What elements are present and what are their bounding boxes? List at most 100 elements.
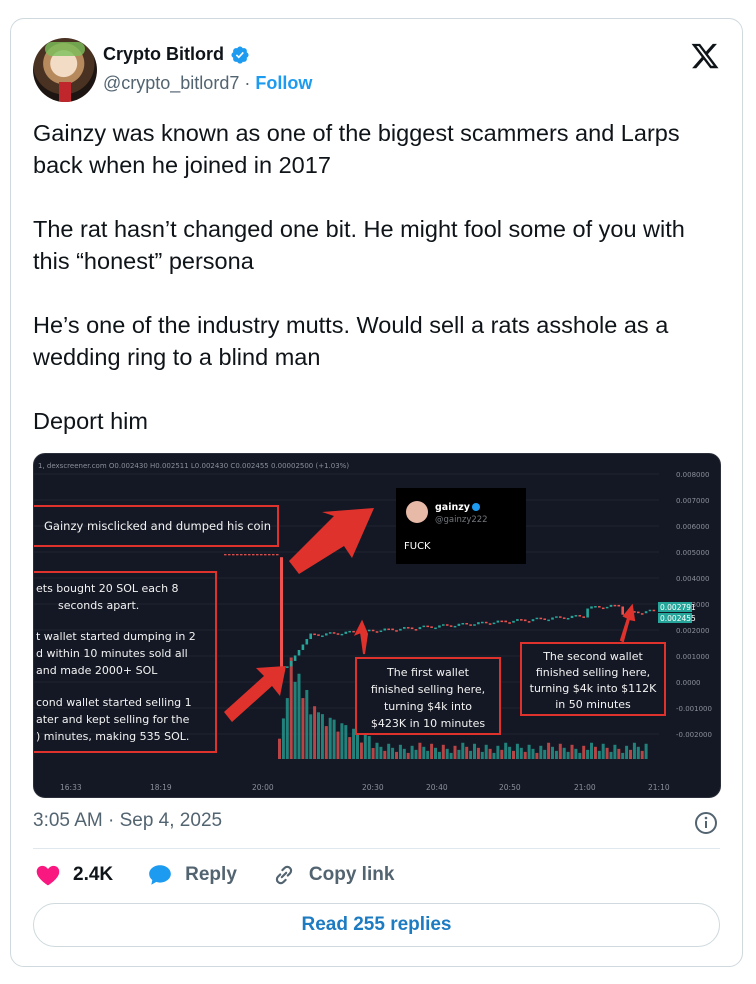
volume-bar — [543, 749, 547, 759]
author-handle[interactable]: @crypto_bitlord7 — [103, 73, 239, 93]
avatar[interactable] — [33, 38, 97, 102]
candle — [426, 625, 429, 628]
volume-bar — [488, 748, 492, 759]
volume-bar — [387, 743, 391, 759]
candle — [445, 624, 449, 626]
volume-bar — [640, 750, 644, 759]
volume-bar — [453, 745, 457, 759]
x-tick-label: 21:00 — [574, 783, 596, 792]
candle — [260, 554, 263, 556]
info-icon[interactable] — [694, 811, 718, 835]
volume-bar — [461, 742, 465, 759]
candle — [406, 627, 410, 629]
embedded-tweet-handle: @gainzy222 — [435, 515, 488, 525]
volume-bar — [367, 736, 371, 759]
candle — [621, 606, 624, 615]
candle — [325, 633, 328, 636]
dump-candle — [280, 557, 283, 675]
copy-link-button[interactable]: Copy link — [271, 862, 394, 888]
volume-bar — [391, 747, 395, 759]
candle — [395, 630, 398, 632]
wallets-line: t wallet started dumping in 2 — [36, 630, 196, 643]
candle — [562, 617, 566, 619]
embedded-tweet-name: gainzy — [435, 502, 471, 513]
follow-link[interactable]: Follow — [255, 73, 312, 93]
heart-icon — [36, 865, 60, 886]
volume-bar — [359, 742, 363, 759]
candle — [461, 622, 465, 625]
candle — [434, 627, 437, 630]
volume-bar — [305, 689, 309, 759]
tweet-media-chart[interactable]: 1, dexscreener.com O0.002430 H0.002511 L… — [33, 453, 721, 798]
candle — [317, 634, 320, 636]
volume-bar — [293, 681, 297, 759]
candle — [336, 633, 340, 635]
tweet-paragraph: Gainzy was known as one of the biggest s… — [33, 120, 680, 178]
candle — [555, 616, 558, 618]
like-count: 2.4K — [73, 864, 114, 885]
candle — [465, 622, 468, 625]
volume-bar — [590, 742, 593, 759]
annotation-misclick-text: Gainzy misclicked and dumped his coin — [44, 519, 271, 533]
volume-bar — [320, 714, 324, 759]
x-axis-ticks: 16:33 18:19 20:00 20:30 20:40 20:50 21:00 21:10 — [60, 783, 670, 792]
candle — [256, 554, 259, 556]
volume-bar — [512, 750, 515, 759]
candle — [418, 627, 422, 630]
volume-bar — [336, 731, 340, 759]
candle — [617, 604, 621, 607]
tweet-timestamp[interactable]: 3:05 AM · Sep 4, 2025 — [33, 810, 222, 832]
y-tick-label: -0.001000 — [676, 705, 712, 713]
volume-bar — [422, 746, 426, 759]
candle — [313, 633, 316, 636]
candle — [566, 617, 570, 620]
candle — [516, 619, 519, 621]
volume-bar — [437, 751, 441, 759]
volume-bar — [418, 742, 422, 759]
wallets-line: ater and kept selling for the — [36, 713, 190, 726]
y-tick-label: 0.007000 — [676, 497, 709, 505]
first-wallet-line: finished selling here, — [371, 683, 485, 696]
candle — [578, 615, 582, 617]
volume-bar — [500, 749, 504, 759]
candle — [496, 620, 500, 623]
wallets-line: seconds apart. — [58, 599, 139, 612]
volume-bar — [278, 738, 281, 759]
volume-bar — [547, 742, 551, 759]
read-replies-button[interactable]: Read 255 replies — [33, 903, 720, 947]
candle — [469, 624, 472, 626]
volume-bar — [324, 726, 328, 759]
volume-bar — [441, 744, 445, 759]
volume-bar — [434, 747, 437, 759]
volume-bar — [449, 752, 453, 759]
tweet-paragraph: The rat hasn’t changed one bit. He might… — [33, 216, 685, 274]
price-tag-current-text: 0.002455 — [660, 614, 696, 623]
volume-bar — [414, 749, 418, 759]
like-button[interactable]: 2.4K — [35, 862, 113, 888]
candle — [644, 611, 648, 614]
y-tick-label: 0.002000 — [676, 627, 709, 635]
candle — [293, 655, 297, 661]
candle — [442, 624, 445, 626]
author-display-name[interactable]: Crypto Bitlord — [103, 44, 224, 65]
volume-bar — [379, 746, 383, 759]
candle — [539, 617, 543, 620]
candle — [477, 622, 480, 625]
reply-button[interactable]: Reply — [147, 862, 237, 888]
y-tick-label: -0.002000 — [676, 731, 712, 739]
embedded-tweet-text: FUCK — [404, 541, 431, 552]
volume-bar — [636, 746, 640, 759]
volume-bar — [398, 744, 402, 759]
x-logo-icon[interactable] — [690, 41, 720, 71]
candle — [224, 554, 227, 556]
second-wallet-line: finished selling here, — [536, 666, 650, 679]
volume-bar — [317, 712, 320, 759]
candle — [240, 554, 243, 556]
chart-svg: 1, dexscreener.com O0.002430 H0.002511 L… — [34, 462, 712, 792]
candle — [598, 606, 601, 608]
candle — [371, 629, 375, 632]
tweet-paragraph: He’s one of the industry mutts. Would se… — [33, 312, 669, 370]
reply-bubble-icon — [149, 865, 171, 885]
candle — [527, 621, 531, 623]
avatar-tie — [59, 82, 71, 102]
